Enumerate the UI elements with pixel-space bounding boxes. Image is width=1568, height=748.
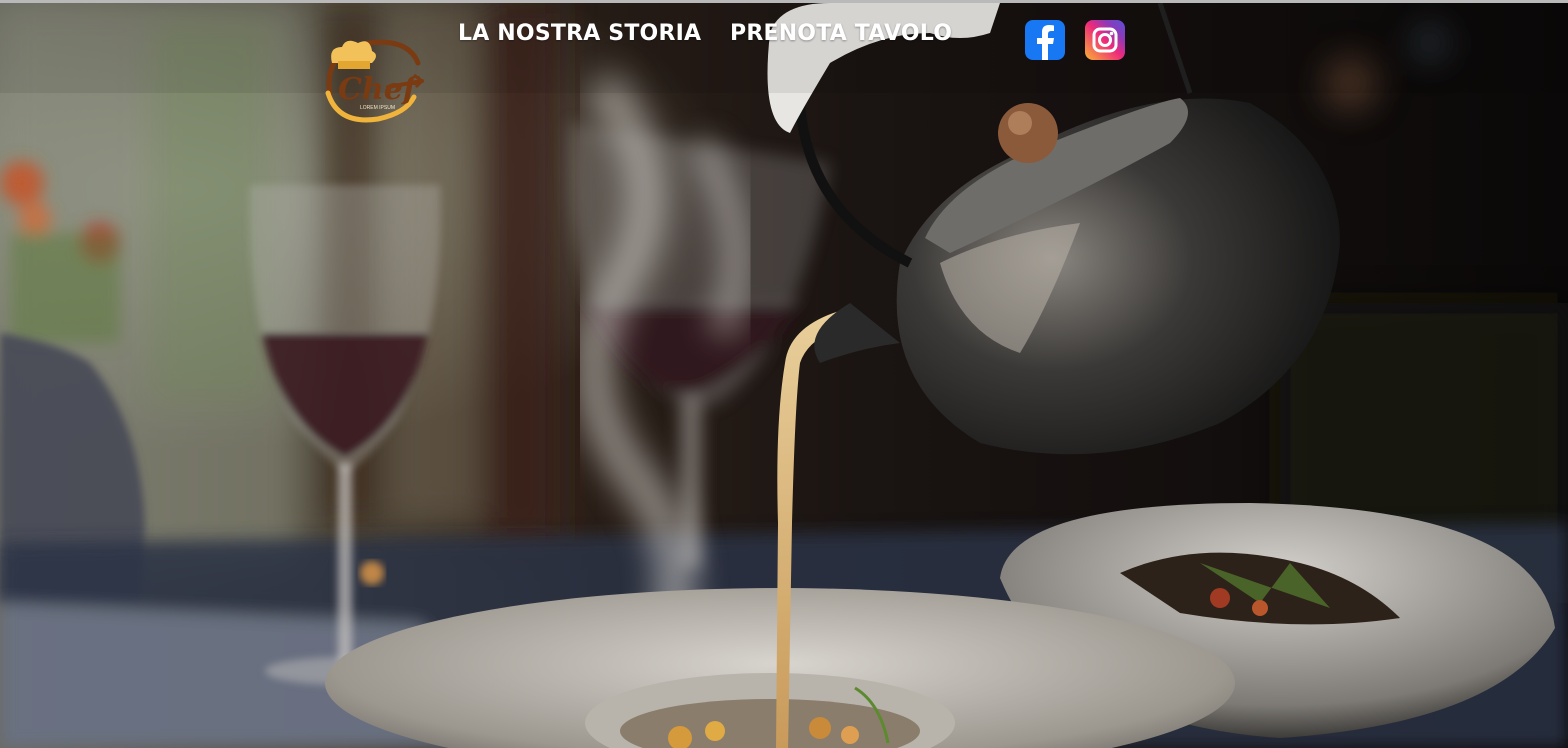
facebook-icon bbox=[1037, 25, 1054, 60]
facebook-button[interactable] bbox=[1025, 20, 1065, 60]
nav-link-our-story[interactable]: LA NOSTRA STORIA bbox=[458, 21, 701, 46]
logo-wordmark: Chef bbox=[338, 72, 421, 107]
instagram-icon bbox=[1092, 27, 1118, 53]
nav-link-book-table[interactable]: PRENOTA TAVOLO bbox=[730, 21, 952, 46]
top-navbar: Chef LOREM IPSUM LA NOSTRA STORIA PRENOT… bbox=[0, 3, 1568, 123]
chef-logo[interactable]: Chef LOREM IPSUM bbox=[318, 33, 428, 125]
logo-tagline: LOREM IPSUM bbox=[360, 105, 395, 111]
instagram-button[interactable] bbox=[1085, 20, 1125, 60]
page: Chef LOREM IPSUM LA NOSTRA STORIA PRENOT… bbox=[0, 0, 1568, 748]
